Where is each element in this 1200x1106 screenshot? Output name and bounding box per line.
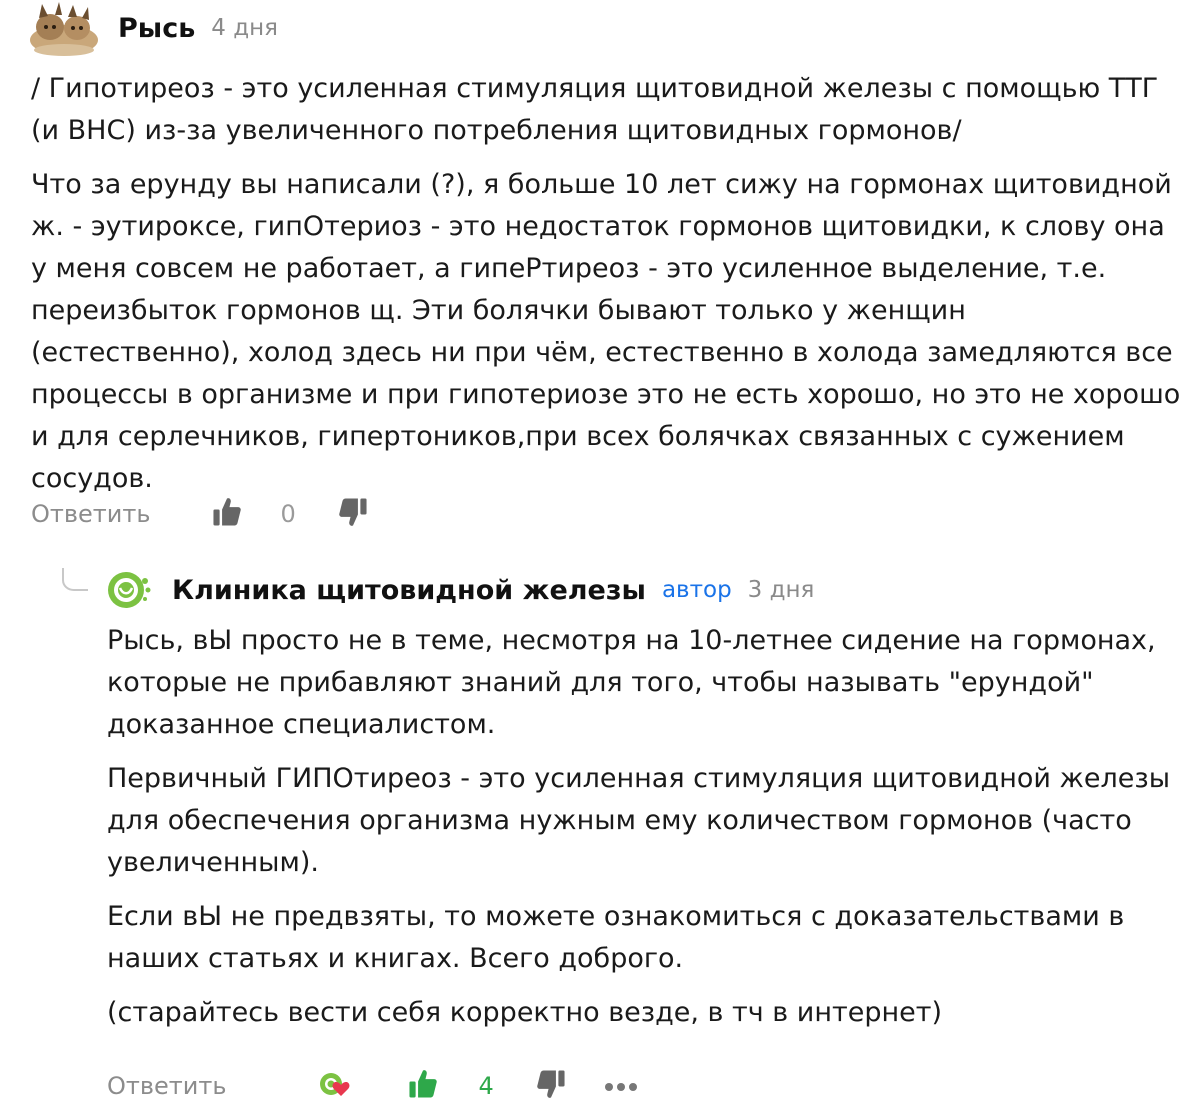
clinic-avatar-icon[interactable] <box>106 569 152 611</box>
comment-header: Рысь 4 дня <box>118 8 278 48</box>
thumbs-up-icon[interactable] <box>212 496 242 532</box>
reply-reply-button[interactable]: Ответить <box>107 1072 226 1100</box>
author-badge: автор <box>661 577 732 603</box>
reply-connector-icon <box>62 568 88 591</box>
reply-paragraph: Рысь, вЫ просто не в теме, несмотря на 1… <box>107 625 1156 740</box>
reply-time[interactable]: 3 дня <box>748 577 815 603</box>
author-name[interactable]: Рысь <box>118 13 195 44</box>
reply-paragraph: Если вЫ не предвзяты, то можете ознакоми… <box>107 901 1125 974</box>
thumbs-down-icon[interactable] <box>536 1068 566 1104</box>
author-heart-icon <box>318 1069 354 1103</box>
comment-body: / Гипотиреоз - это усиленная стимуляция … <box>31 68 1181 500</box>
reply-paragraph: (старайтесь вести себя корректно везде, … <box>107 997 943 1028</box>
comment-paragraph: / Гипотиреоз - это усиленная стимуляция … <box>31 73 1159 146</box>
reply-paragraph: Первичный ГИПОтиреоз - это усиленная сти… <box>107 763 1171 878</box>
avatar[interactable] <box>22 0 102 58</box>
like-count: 0 <box>280 500 296 528</box>
more-options-icon[interactable] <box>604 1077 638 1096</box>
reply-author-name[interactable]: Клиника щитовидной железы <box>172 575 646 606</box>
reply-button[interactable]: Ответить <box>31 500 150 528</box>
reply-body: Рысь, вЫ просто не в теме, несмотря на 1… <box>107 620 1182 1034</box>
comment-time[interactable]: 4 дня <box>211 15 278 41</box>
reply-like-count: 4 <box>478 1072 494 1100</box>
thumbs-up-active-icon[interactable] <box>408 1068 438 1104</box>
thumbs-down-icon[interactable] <box>338 496 368 532</box>
reply-header: Клиника щитовидной железы автор 3 дня <box>172 570 814 610</box>
reply-actions: Ответить 4 <box>107 1066 638 1106</box>
comment-paragraph: Что за ерунду вы написали (?), я больше … <box>31 169 1181 494</box>
comment-actions: Ответить 0 <box>31 494 368 534</box>
